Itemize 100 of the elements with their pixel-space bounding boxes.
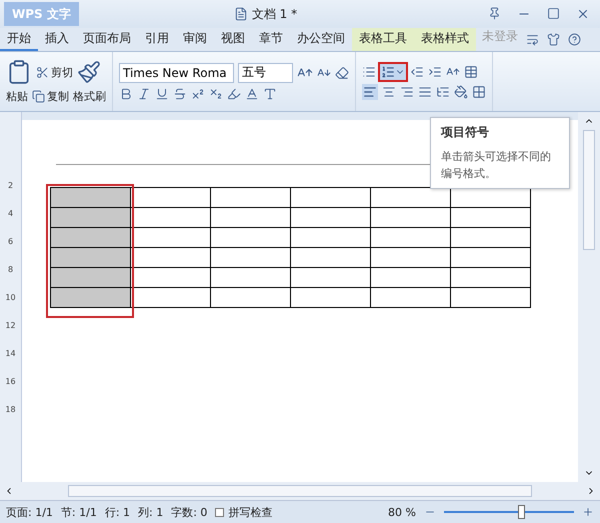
ruler-number: 6 <box>8 238 14 246</box>
table-cell[interactable] <box>450 228 530 248</box>
borders-icon[interactable] <box>472 84 486 98</box>
table-cell[interactable] <box>50 188 130 208</box>
tooltip-title: 项目符号 <box>441 124 490 141</box>
ribbon-tab[interactable]: 审阅 <box>176 28 214 51</box>
ruler-number: 10 <box>5 294 16 302</box>
spell-check-checkbox[interactable] <box>215 508 224 516</box>
format-painter-button[interactable]: 格式刷 <box>73 89 106 104</box>
ribbon-tab[interactable]: 表格工具 <box>352 28 414 51</box>
font-name-field[interactable]: Times New Roma <box>119 62 234 82</box>
justify-icon[interactable] <box>418 84 432 98</box>
bold-icon[interactable] <box>119 86 133 100</box>
ruler-number: 4 <box>8 210 14 218</box>
table-cell[interactable] <box>370 288 450 308</box>
indent-increase-icon[interactable] <box>428 64 442 78</box>
zoom-slider-thumb[interactable] <box>518 505 525 519</box>
table-cell[interactable] <box>370 188 450 208</box>
numbering-button[interactable] <box>380 64 406 80</box>
paintbrush-icon[interactable] <box>77 60 101 84</box>
ribbon-tab[interactable]: 章节 <box>252 28 290 51</box>
scrollbar-thumb[interactable] <box>68 485 532 497</box>
table-cell[interactable] <box>50 228 130 248</box>
table-cell[interactable] <box>50 268 130 288</box>
status-text: 页面: 1/1 <box>6 504 53 520</box>
eraser-icon[interactable] <box>335 66 349 80</box>
status-text: 节: 1/1 <box>60 504 97 520</box>
document-title: 文档 1 * <box>252 6 298 22</box>
paint-bucket-icon[interactable] <box>454 84 468 98</box>
maximize-icon[interactable] <box>547 7 560 20</box>
superscript-icon[interactable] <box>191 86 205 100</box>
indent-decrease-icon[interactable] <box>410 64 424 78</box>
pin-icon[interactable] <box>488 7 501 20</box>
italic-icon[interactable] <box>137 86 151 100</box>
ribbon-tab[interactable]: 引用 <box>138 28 176 51</box>
font-color-icon[interactable] <box>245 86 259 100</box>
ribbon-tab[interactable]: 表格样式 <box>414 28 476 51</box>
cut-button[interactable]: 剪切 <box>36 64 73 80</box>
table-cell[interactable] <box>50 248 130 268</box>
table-cell[interactable] <box>210 268 290 288</box>
table-cell[interactable] <box>130 248 210 268</box>
table-cell[interactable] <box>450 268 530 288</box>
table-cell[interactable] <box>130 268 210 288</box>
table-cell[interactable] <box>130 208 210 228</box>
table-cell[interactable] <box>210 228 290 248</box>
table-cell[interactable] <box>290 268 370 288</box>
numbered-list-icon <box>381 64 395 78</box>
ruler-number: 16 <box>5 378 16 386</box>
table-cell[interactable] <box>370 228 450 248</box>
table-cell[interactable] <box>50 288 130 308</box>
table-icon[interactable] <box>464 64 478 78</box>
table-cell[interactable] <box>210 208 290 228</box>
table-cell[interactable] <box>130 228 210 248</box>
table-cell[interactable] <box>290 288 370 308</box>
subscript-icon[interactable] <box>209 86 223 100</box>
table-cell[interactable] <box>210 188 290 208</box>
ruler-number: 8 <box>8 266 14 274</box>
table-cell[interactable] <box>50 208 130 228</box>
strikethrough-icon[interactable] <box>173 86 187 100</box>
table-cell[interactable] <box>450 208 530 228</box>
table-cell[interactable] <box>290 228 370 248</box>
zoom-reading: 80 % <box>388 506 416 518</box>
line-spacing-icon[interactable] <box>436 84 450 98</box>
close-icon[interactable] <box>576 7 590 21</box>
zoom-in-icon[interactable] <box>582 506 594 518</box>
table-cell[interactable] <box>130 288 210 308</box>
horizontal-scrollbar[interactable] <box>0 482 600 500</box>
ruler-number: 12 <box>5 322 16 330</box>
ruler-number: 14 <box>5 350 16 358</box>
ruler-number: 2 <box>8 182 14 190</box>
table-cell[interactable] <box>290 248 370 268</box>
ribbon-tab[interactable]: 页面布局 <box>76 28 138 51</box>
table-cell[interactable] <box>450 288 530 308</box>
status-text: 字数: 0 <box>171 504 208 520</box>
ribbon-tab[interactable]: 办公空间 <box>290 28 352 51</box>
paste-button[interactable]: 粘贴 <box>6 89 28 104</box>
table-cell[interactable] <box>370 248 450 268</box>
copy-button[interactable]: 复制 <box>32 89 69 104</box>
table-cell[interactable] <box>210 248 290 268</box>
table-cell[interactable] <box>450 248 530 268</box>
help-icon[interactable] <box>568 33 581 46</box>
font-size-field[interactable]: 五号 <box>238 62 293 82</box>
table-cell[interactable] <box>130 188 210 208</box>
highlighter-icon[interactable] <box>227 86 241 100</box>
scrollbar-thumb[interactable] <box>583 130 595 250</box>
table-cell[interactable] <box>370 268 450 288</box>
table-cell[interactable] <box>290 208 370 228</box>
table-cell[interactable] <box>210 288 290 308</box>
underline-icon[interactable] <box>155 86 169 100</box>
table-cell[interactable] <box>290 188 370 208</box>
align-right-icon[interactable] <box>400 84 414 98</box>
document-icon <box>234 7 248 21</box>
table-cell[interactable] <box>370 208 450 228</box>
align-center-icon[interactable] <box>382 84 396 98</box>
align-left-button[interactable] <box>362 84 378 100</box>
shirt-icon[interactable] <box>547 33 560 46</box>
ribbon-tab[interactable]: 视图 <box>214 28 252 51</box>
vertical-scrollbar[interactable] <box>578 112 600 482</box>
ribbon-tab[interactable]: 插入 <box>38 28 76 51</box>
status-text: 行: 1 <box>104 504 130 520</box>
